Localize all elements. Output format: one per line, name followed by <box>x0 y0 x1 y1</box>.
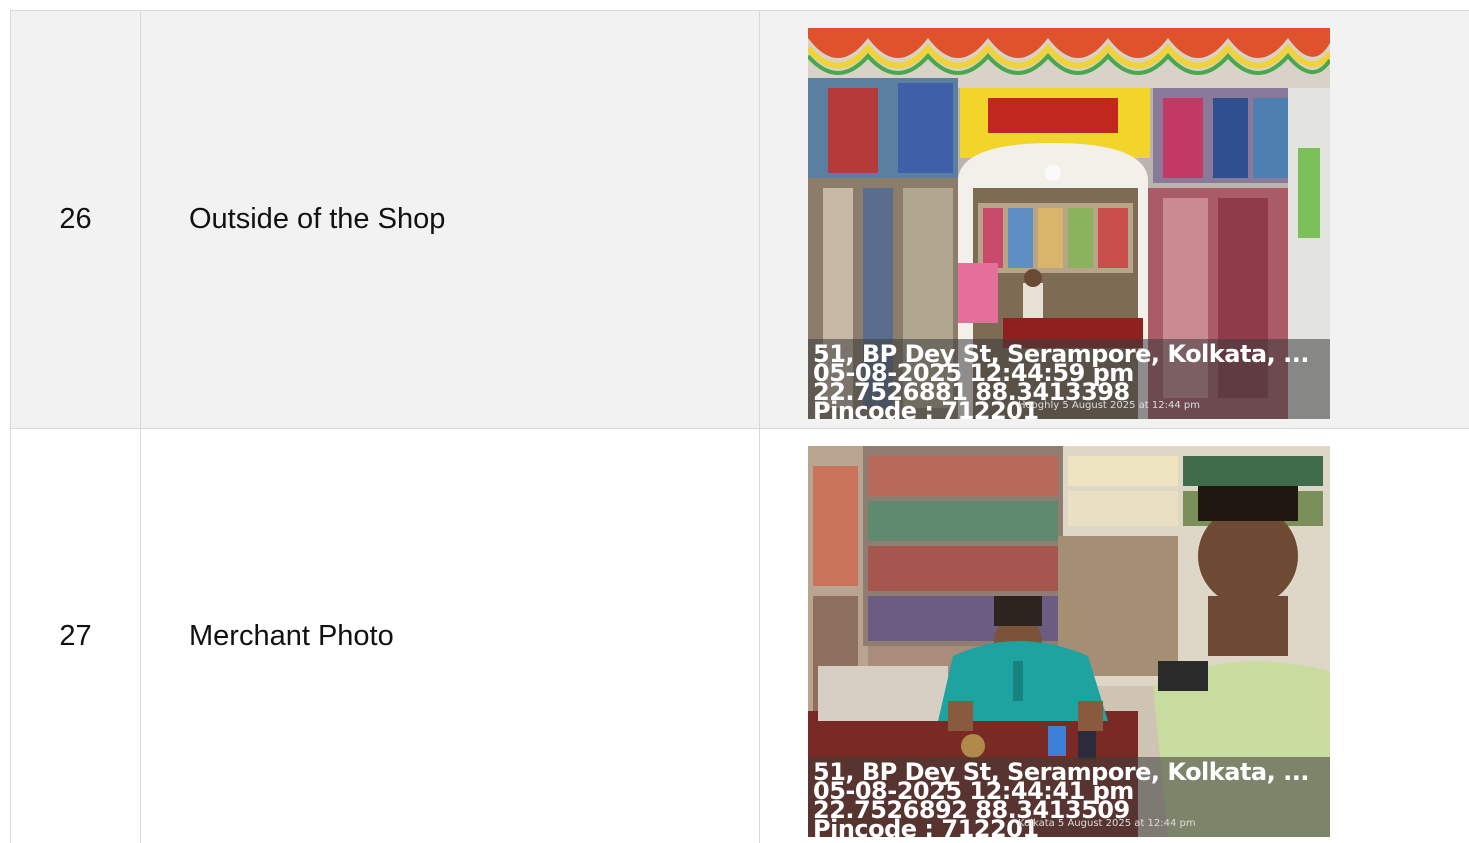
table-row: 26 Outside of the Shop 51, BP Dey St, Se… <box>10 11 1469 429</box>
row-label: Outside of the Shop <box>140 11 759 428</box>
row-number: 26 <box>10 11 140 428</box>
stamp-camera-caption: Kolkata 5 August 2025 at 12:44 pm <box>1018 818 1196 829</box>
photo-table: 26 Outside of the Shop 51, BP Dey St, Se… <box>10 10 1469 843</box>
geo-timestamp-overlay: 51, BP Dey St, Serampore, Kolkata, ... 0… <box>808 757 1330 837</box>
photo-cell: 51, BP Dey St, Serampore, Kolkata, ... 0… <box>759 11 1469 428</box>
photo-cell: 51, BP Dey St, Serampore, Kolkata, ... 0… <box>759 429 1469 843</box>
row-label: Merchant Photo <box>140 429 759 843</box>
geo-timestamp-overlay: 51, BP Dey St, Serampore, Kolkata, ... 0… <box>808 339 1330 419</box>
shop-exterior-photo[interactable]: 51, BP Dey St, Serampore, Kolkata, ... 0… <box>808 28 1330 419</box>
table-row: 27 Merchant Photo 51, BP Dey St, Serampo… <box>10 429 1469 843</box>
stamp-camera-caption: Hooghly 5 August 2025 at 12:44 pm <box>1018 400 1200 411</box>
row-number: 27 <box>10 429 140 843</box>
merchant-photo[interactable]: 51, BP Dey St, Serampore, Kolkata, ... 0… <box>808 446 1330 837</box>
